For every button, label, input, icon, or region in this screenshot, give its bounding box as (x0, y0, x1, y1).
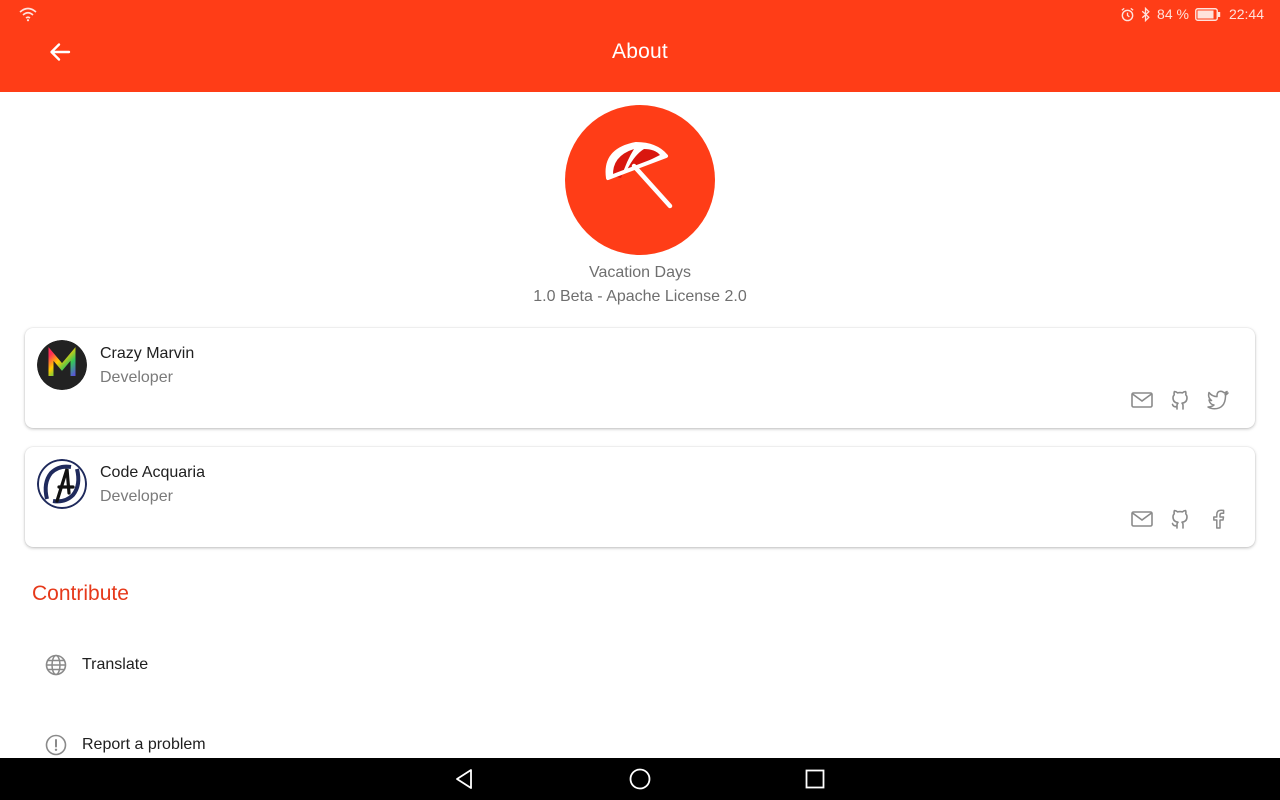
github-button[interactable] (1168, 389, 1191, 416)
contribute-heading: Contribute (32, 582, 129, 605)
translate-item[interactable]: Translate (0, 638, 1280, 694)
globe-icon (45, 654, 67, 676)
alarm-icon (1120, 7, 1135, 22)
app-name: Vacation Days (589, 264, 691, 281)
clock: 22:44 (1228, 6, 1264, 22)
mail-button[interactable] (1130, 391, 1153, 414)
alert-circle-icon (45, 734, 67, 756)
github-icon (1170, 508, 1190, 535)
nav-recents-icon (802, 769, 828, 795)
developer-name: Crazy Marvin (100, 345, 195, 362)
battery-icon (1195, 7, 1221, 21)
twitter-button[interactable] (1206, 390, 1229, 415)
translate-label: Translate (82, 656, 149, 673)
developer-role: Developer (100, 488, 173, 505)
page-title: About (612, 40, 668, 63)
report-problem-label: Report a problem (82, 736, 206, 753)
wifi-icon (18, 6, 38, 24)
mail-button[interactable] (1130, 510, 1153, 533)
status-right: 84 % 22:44 (1120, 6, 1264, 22)
nav-home-button[interactable] (627, 767, 653, 791)
about-screen: 84 % 22:44 About Vacation Days 1.0 Beta … (0, 0, 1280, 800)
battery-percent: 84 % (1157, 6, 1189, 22)
facebook-button[interactable] (1206, 509, 1229, 534)
developer-actions (1130, 508, 1229, 535)
developer-card: Code Acquaria Developer (25, 447, 1255, 547)
nav-home-icon (627, 768, 653, 795)
nav-recents-button[interactable] (802, 767, 828, 791)
crazy-marvin-avatar (37, 340, 87, 390)
app-bar: 84 % 22:44 About (0, 0, 1280, 92)
github-button[interactable] (1168, 508, 1191, 535)
app-version-license: 1.0 Beta - Apache License 2.0 (533, 288, 747, 305)
system-nav-bar (0, 758, 1280, 800)
mail-icon (1130, 391, 1153, 414)
developer-card: Crazy Marvin Developer (25, 328, 1255, 428)
nav-back-button[interactable] (452, 767, 478, 791)
status-bar: 84 % 22:44 (0, 0, 1280, 30)
facebook-icon (1211, 509, 1225, 534)
code-acquaria-avatar (37, 459, 87, 509)
beach-umbrella-icon (600, 138, 680, 223)
developer-name: Code Acquaria (100, 464, 205, 481)
twitter-icon (1206, 390, 1229, 415)
developer-actions (1130, 389, 1229, 416)
developer-role: Developer (100, 369, 173, 386)
mail-icon (1130, 510, 1153, 533)
github-icon (1170, 389, 1190, 416)
nav-back-icon (452, 769, 478, 795)
app-logo (565, 105, 715, 255)
bluetooth-icon (1141, 6, 1151, 22)
